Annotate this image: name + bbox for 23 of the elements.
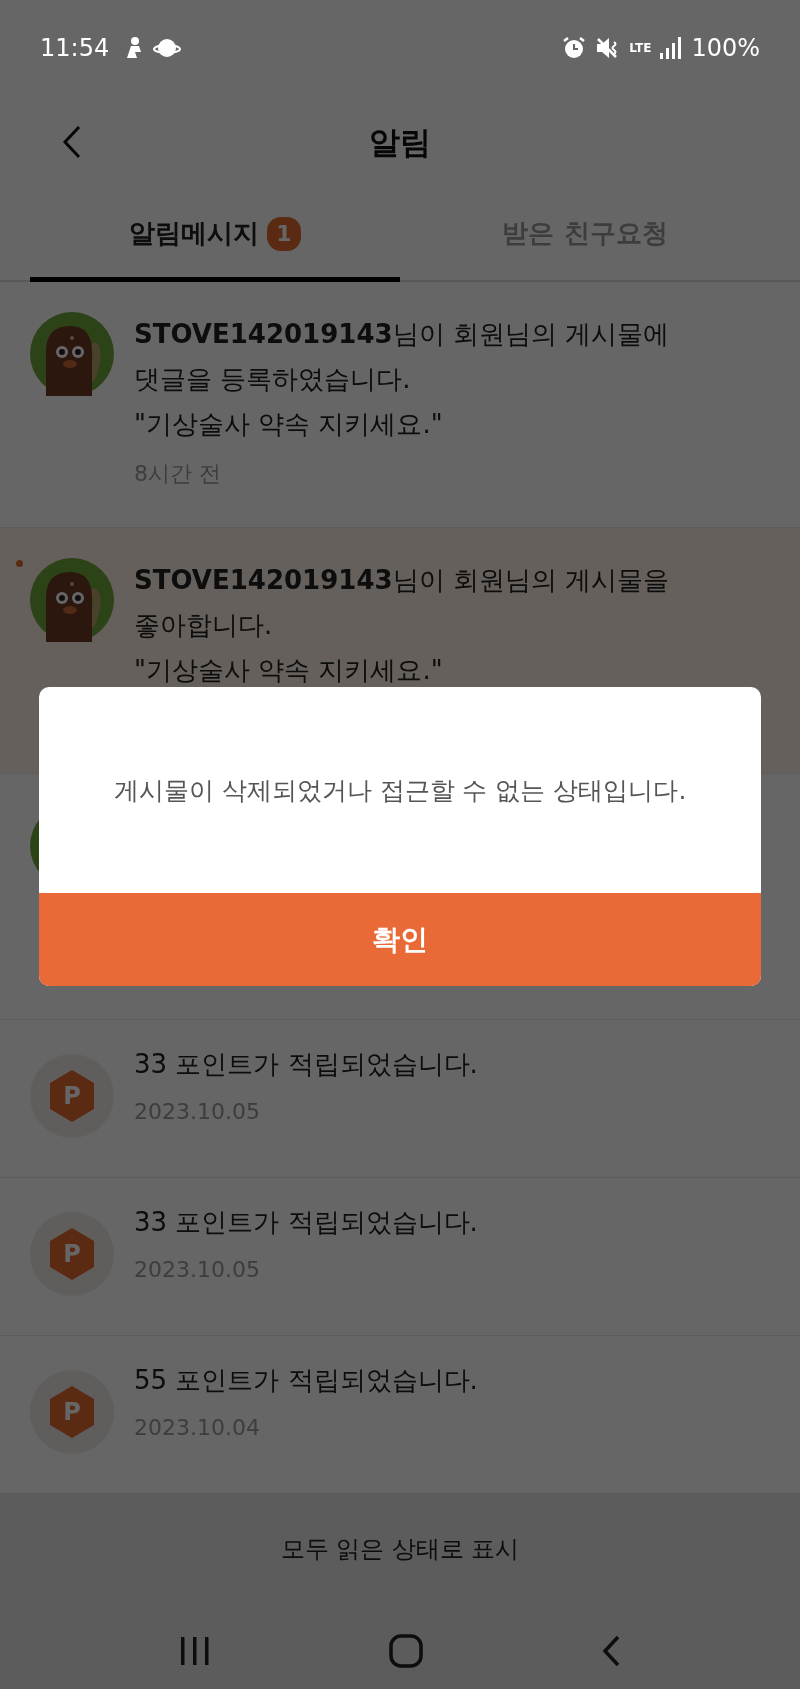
- battery-level: 100%: [691, 33, 760, 62]
- tab[interactable]: 알림메시지 1: [30, 190, 400, 282]
- page-title: 알림: [369, 122, 431, 162]
- post-quote: "기상술사 약속 지키세요.": [134, 408, 444, 441]
- mole-avatar-icon: [30, 312, 114, 396]
- home-icon[interactable]: [389, 1634, 423, 1668]
- notification-message: 33 포인트가 적립되었습니다.: [134, 1206, 478, 1239]
- back-nav-icon[interactable]: [601, 1635, 621, 1667]
- mark-all-read-button[interactable]: 모두 읽은 상태로 표시: [0, 1494, 800, 1604]
- dialog-message: 게시물이 삭제되었거나 접근할 수 없는 상태입니다.: [112, 774, 688, 807]
- mole-avatar-icon: [30, 558, 114, 642]
- status-time: 11:54: [40, 33, 110, 62]
- post-quote: "기상술사 약속 지키세요.": [134, 654, 444, 687]
- unread-dot: [16, 560, 23, 567]
- recent-apps-icon[interactable]: [179, 1636, 211, 1666]
- notification-message: STOVE142019143님이 회원님의 게시물을 좋아합니다.: [134, 564, 670, 642]
- notification-message: 55 포인트가 적립되었습니다.: [134, 1364, 478, 1397]
- confirm-button[interactable]: 확인: [39, 893, 761, 986]
- notification-message: STOVE142019143님이 회원님의 게시물에 댓글을 등록하였습니다.: [134, 318, 670, 396]
- signal-icon: [659, 35, 684, 60]
- count-badge: 1: [267, 216, 301, 251]
- network-type: LTE: [629, 40, 652, 55]
- notification-message: 33 포인트가 적립되었습니다.: [134, 1048, 478, 1081]
